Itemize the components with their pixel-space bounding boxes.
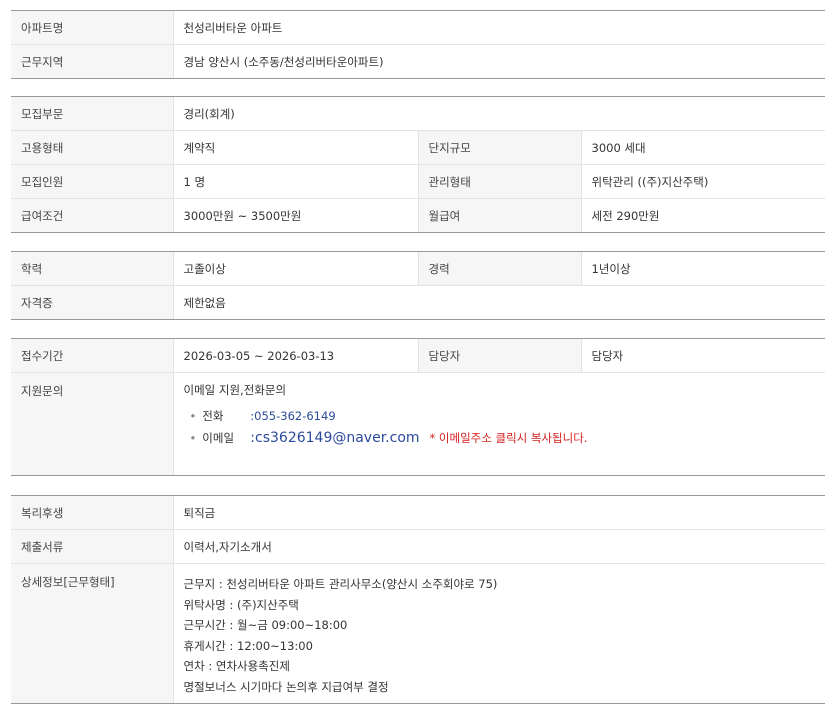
label-employment-type: 고용형태 — [11, 130, 173, 165]
bullet-icon: • — [189, 409, 197, 423]
detail-info: 근무지 : 천성리버타운 아파트 관리사무소(양산시 소주회야로 75) 위탁사… — [172, 563, 825, 704]
value-monthly-salary: 세전 290만원 — [580, 198, 825, 233]
phone-label: 전화 — [202, 409, 224, 423]
detail-line-leave: 연차 : 연차사용촉진제 — [183, 659, 290, 673]
label-detail: 상세정보[근무형태] — [11, 563, 173, 704]
detail-line-bonus: 명절보너스 시기마다 논의후 지급여부 결정 — [183, 679, 389, 694]
label-management-type: 관리형태 — [417, 164, 581, 199]
value-license: 제한없음 — [172, 285, 825, 320]
value-headcount: 1 명 — [172, 164, 418, 199]
label-documents: 제출서류 — [11, 529, 173, 564]
detail-line-company: 위탁사명 : (주)지산주택 — [183, 597, 299, 612]
detail-line-break: 휴게시간 : 12:00~13:00 — [183, 638, 313, 653]
phone-row: • 전화 :055-362-6149 — [184, 405, 826, 427]
label-headcount: 모집인원 — [11, 164, 173, 199]
value-application-period: 2026-03-05 ~ 2026-03-13 — [172, 338, 418, 373]
value-experience: 1년이상 — [580, 251, 825, 286]
inquiry-details: 이메일 지원,전화문의 • 전화 :055-362-6149 • 이메일 :cs3626… — [172, 372, 826, 476]
phone-number[interactable]: :055-362-6149 — [250, 409, 335, 423]
value-complex-size: 3000 세대 — [580, 130, 825, 165]
label-salary: 급여조건 — [11, 198, 173, 233]
label-license: 자격증 — [11, 285, 173, 320]
email-label: 이메일 — [202, 431, 235, 445]
label-work-area: 근무지역 — [11, 44, 173, 79]
inquiry-method: 이메일 지원,전화문의 — [183, 383, 287, 397]
label-apartment-name: 아파트명 — [11, 10, 173, 45]
label-department: 모집부문 — [11, 96, 173, 131]
label-experience: 경력 — [417, 251, 581, 286]
label-education: 학력 — [11, 251, 173, 286]
section-qualifications: 학력 고졸이상 경력 1년이상 자격증 제한없음 — [11, 251, 825, 320]
label-inquiry: 지원문의 — [11, 372, 173, 476]
value-management-type: 위탁관리 ((주)지산주택) — [580, 164, 825, 199]
section-apartment: 아파트명 천성리버타운 아파트 근무지역 경남 양산시 (소주동/천성리버타운아… — [11, 10, 825, 79]
value-work-area: 경남 양산시 (소주동/천성리버타운아파트) — [172, 44, 825, 79]
email-row: • 이메일 :cs3626149@naver.com * 이메일주소 클릭시 복사됩니… — [184, 427, 826, 449]
value-apartment-name: 천성리버타운 아파트 — [172, 10, 825, 45]
label-welfare: 복리후생 — [11, 495, 173, 530]
email-address[interactable]: :cs3626149@naver.com — [250, 430, 419, 446]
section-recruitment: 모집부문 경리(회계) 고용형태 계약직 단지규모 3000 세대 모집인원 1… — [11, 96, 825, 233]
value-employment-type: 계약직 — [172, 130, 418, 165]
email-copy-note: * 이메일주소 클릭시 복사됩니다. — [429, 431, 588, 445]
value-welfare: 퇴직금 — [172, 495, 825, 530]
value-salary: 3000만원 ~ 3500만원 — [172, 198, 418, 233]
value-contact-person: 담당자 — [580, 338, 825, 373]
value-documents: 이력서,자기소개서 — [172, 529, 825, 564]
label-complex-size: 단지규모 — [417, 130, 581, 165]
detail-line-hours: 근무시간 : 월~금 09:00~18:00 — [183, 618, 348, 632]
section-application: 접수기간 2026-03-05 ~ 2026-03-13 담당자 담당자 지원문… — [11, 338, 825, 476]
value-department: 경리(회계) — [172, 96, 825, 131]
label-contact-person: 담당자 — [417, 338, 581, 373]
label-application-period: 접수기간 — [11, 338, 173, 373]
detail-line-workplace: 근무지 : 천성리버타운 아파트 관리사무소(양산시 소주회야로 75) — [183, 577, 498, 591]
bullet-icon: • — [189, 431, 197, 445]
section-benefits: 복리후생 퇴직금 제출서류 이력서,자기소개서 상세정보[근무형태] 근무지 :… — [11, 495, 825, 704]
value-education: 고졸이상 — [172, 251, 418, 286]
label-monthly-salary: 월급여 — [417, 198, 581, 233]
